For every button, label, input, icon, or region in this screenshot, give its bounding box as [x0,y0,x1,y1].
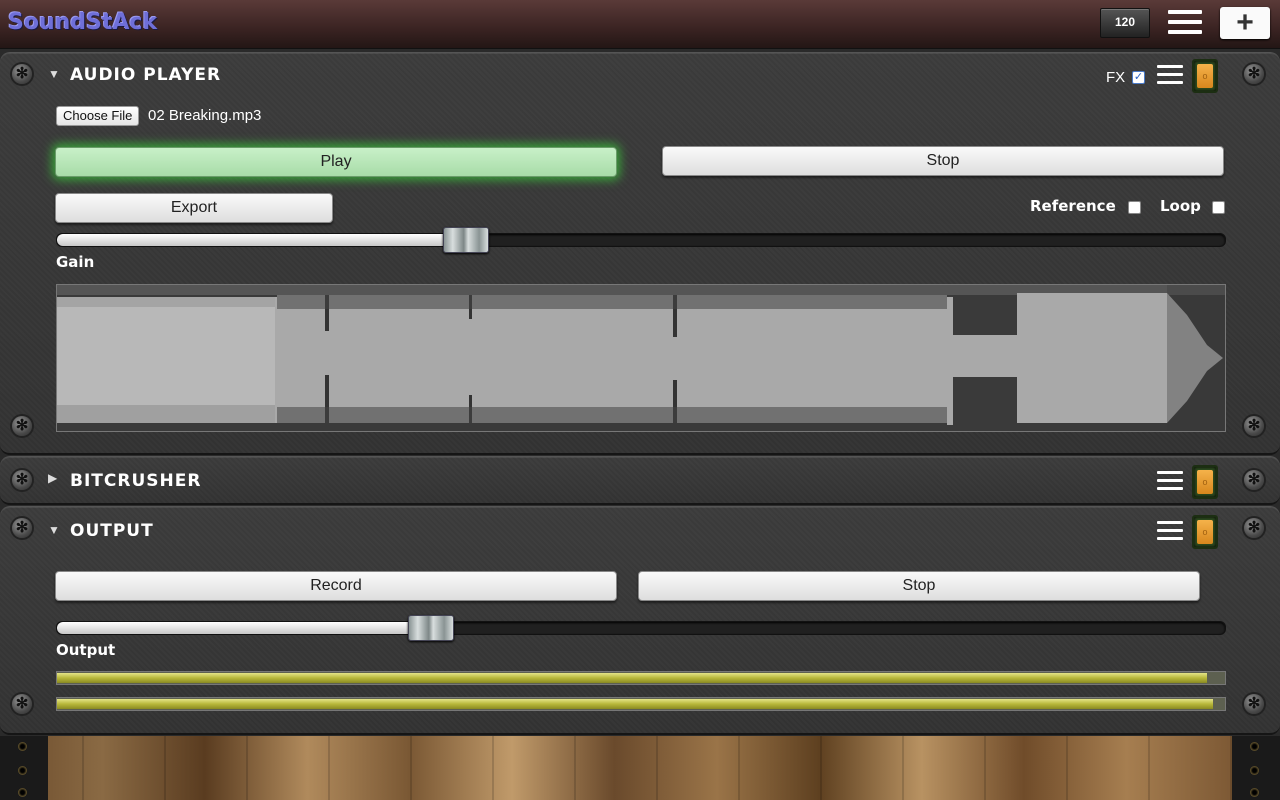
output-slider-fill [57,622,431,634]
gain-slider-thumb[interactable] [442,227,489,253]
output-stop-button[interactable]: Stop [638,571,1200,601]
output-slider-thumb[interactable] [407,615,454,641]
gain-label: Gain [56,253,95,271]
fx-label: FX [1106,69,1126,86]
screw-icon: ✻ [12,416,32,436]
loop-checkbox[interactable] [1212,201,1225,214]
collapse-triangle-icon[interactable]: ▼ [48,523,60,537]
module-menu-icon[interactable] [1157,521,1183,543]
output-level-meter-right [56,697,1226,711]
fx-checkbox[interactable]: ✓ [1132,71,1145,84]
level-meter-fill [57,673,1208,683]
screw-icon: ✻ [1244,470,1264,490]
rack-wood-base [0,736,1280,800]
rack-rail-left [0,736,48,800]
app-logo: SoundStAck [8,10,158,35]
screw-icon: ✻ [12,694,32,714]
screw-icon: ✻ [12,518,32,538]
top-bar: SoundStAck 120 + [0,0,1280,49]
output-level-meter-left [56,671,1226,685]
level-meter-fill [57,699,1214,709]
reference-label: Reference [1030,197,1116,215]
collapse-triangle-icon[interactable]: ▼ [48,67,60,81]
screw-icon: ✻ [1244,416,1264,436]
module-menu-icon[interactable] [1157,471,1183,493]
record-button[interactable]: Record [55,571,617,601]
power-toggle[interactable]: o [1192,515,1218,549]
output-label: Output [56,641,116,659]
screw-icon: ✻ [1244,694,1264,714]
expand-triangle-icon[interactable]: ▶ [48,471,57,485]
screw-icon: ✻ [12,64,32,84]
main-menu-icon[interactable] [1168,10,1202,38]
play-button[interactable]: Play [55,147,617,177]
gain-slider[interactable] [56,233,1226,247]
power-icon: o [1197,520,1213,544]
waveform-graphic [57,285,1225,431]
screw-icon: ✻ [12,470,32,490]
power-icon: o [1197,470,1213,494]
bitcrusher-panel: ✻ ✻ ▶ BITCRUSHER o [0,456,1280,505]
module-menu-icon[interactable] [1157,65,1183,87]
bpm-display[interactable]: 120 [1100,8,1150,38]
add-module-button[interactable]: + [1220,7,1270,39]
screw-icon: ✻ [1244,64,1264,84]
export-button[interactable]: Export [55,193,333,223]
file-name: 02 Breaking.mp3 [148,107,262,124]
stop-button[interactable]: Stop [662,146,1224,176]
screw-icon: ✻ [1244,518,1264,538]
waveform-display[interactable] [56,284,1226,432]
power-toggle[interactable]: o [1192,465,1218,499]
power-toggle[interactable]: o [1192,59,1218,93]
loop-label: Loop [1160,197,1201,215]
panel-title: BITCRUSHER [70,471,202,491]
gain-slider-fill [57,234,466,246]
panel-title: AUDIO PLAYER [70,65,222,85]
choose-file-button[interactable]: Choose File [56,106,140,126]
reference-checkbox[interactable] [1128,201,1141,214]
output-slider[interactable] [56,621,1226,635]
power-icon: o [1197,64,1213,88]
rack-rail-right [1232,736,1280,800]
panel-title: OUTPUT [70,521,154,541]
